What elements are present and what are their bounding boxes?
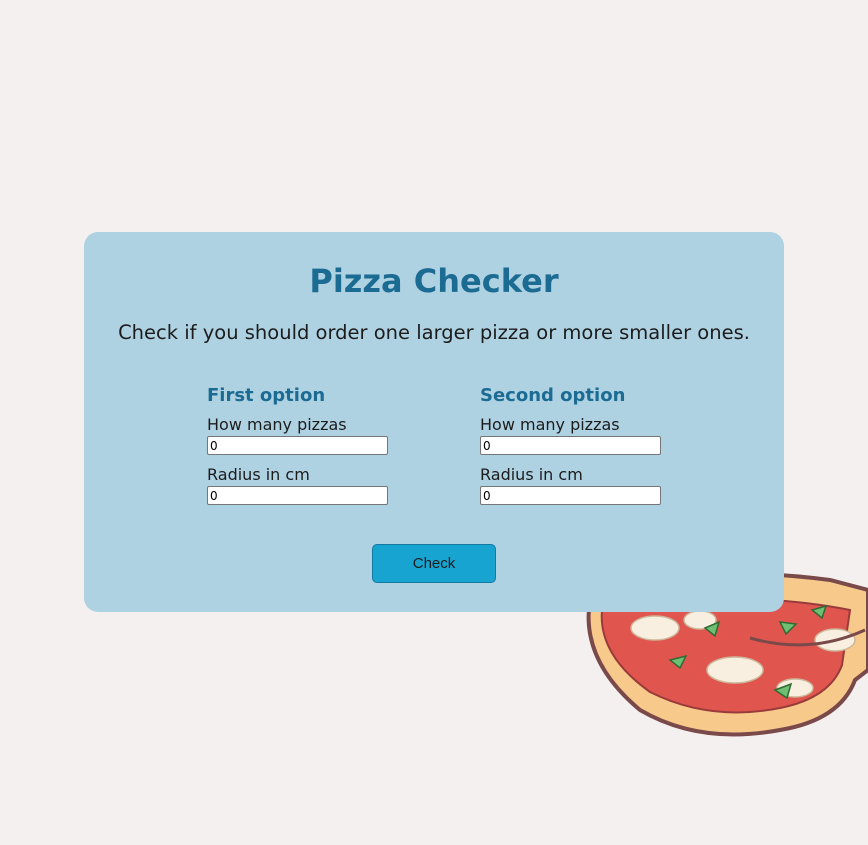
first-option-radius-label: Radius in cm — [207, 465, 310, 484]
second-option-heading: Second option — [480, 385, 626, 406]
second-option-section: Second option How many pizzas Radius in … — [480, 382, 680, 505]
first-option-count-input[interactable] — [207, 436, 388, 455]
second-option-count-label: How many pizzas — [480, 415, 620, 434]
first-option-section: First option How many pizzas Radius in c… — [207, 382, 407, 505]
first-option-count-label: How many pizzas — [207, 415, 347, 434]
pizza-checker-card: Pizza Checker Check if you should order … — [84, 232, 784, 612]
second-option-count-input[interactable] — [480, 436, 661, 455]
page-subtitle: Check if you should order one larger piz… — [118, 321, 750, 344]
second-option-radius-input[interactable] — [480, 486, 661, 505]
first-option-radius-input[interactable] — [207, 486, 388, 505]
first-option-heading: First option — [207, 385, 326, 406]
check-button[interactable]: Check — [372, 544, 496, 583]
second-option-radius-label: Radius in cm — [480, 465, 583, 484]
page-title: Pizza Checker — [309, 262, 559, 300]
